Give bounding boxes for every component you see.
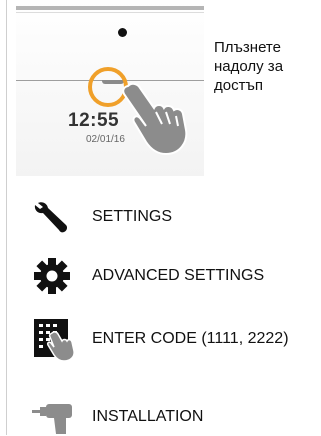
- left-border: [6, 0, 7, 435]
- enter-code-menu-item[interactable]: ENTER CODE (1111, 2222): [32, 319, 289, 361]
- wrench-icon: [32, 198, 82, 236]
- swipe-down-preview: 12:55 02/01/16: [16, 0, 204, 176]
- advanced-settings-label: ADVANCED SETTINGS: [92, 267, 265, 284]
- drill-icon: [32, 398, 82, 436]
- settings-menu-item[interactable]: SETTINGS: [32, 198, 172, 236]
- camera-dot: [118, 28, 127, 37]
- keypad-hand-icon: [32, 319, 82, 361]
- pointing-hand-icon: [122, 82, 188, 156]
- installation-menu-item[interactable]: INSTALLATION: [32, 398, 203, 436]
- settings-label: SETTINGS: [92, 208, 173, 225]
- clock-time: 12:55: [68, 110, 120, 131]
- advanced-settings-menu-item[interactable]: ADVANCED SETTINGS: [32, 257, 264, 295]
- status-bar-line: [16, 12, 204, 13]
- gear-icon: [32, 257, 82, 295]
- enter-code-label: ENTER CODE (1111, 2222): [92, 330, 289, 347]
- status-bar: [16, 6, 204, 10]
- swipe-hint-text: Плъзнете надолу за достъп: [214, 39, 284, 94]
- installation-label: INSTALLATION: [92, 408, 204, 425]
